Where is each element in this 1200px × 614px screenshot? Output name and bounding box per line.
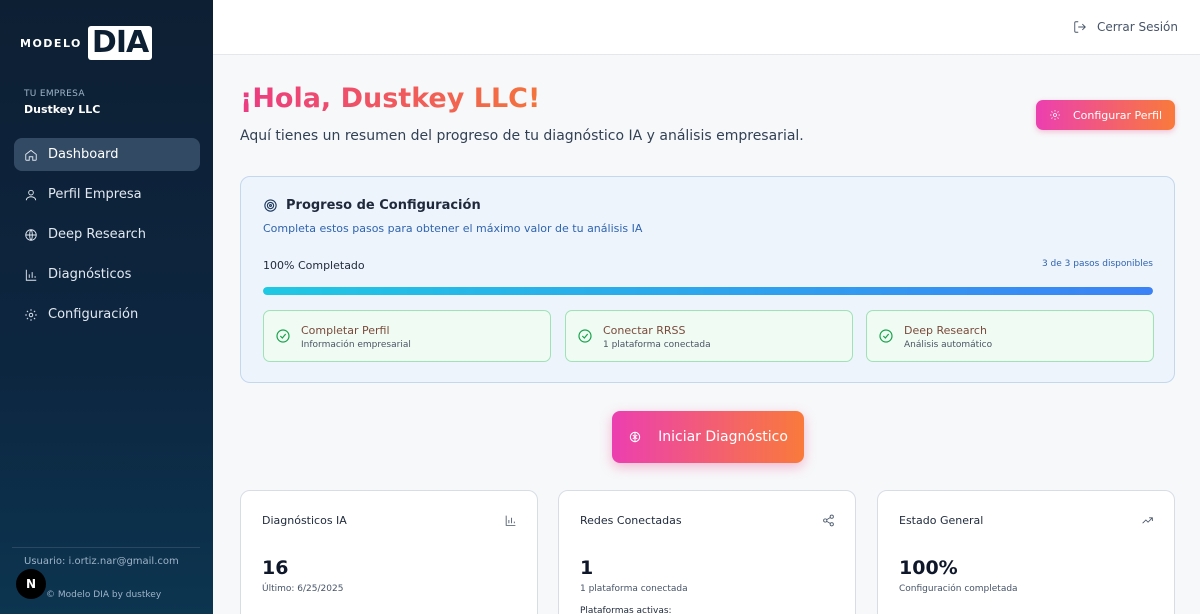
progress-bar-fill xyxy=(263,287,1153,295)
step-completar-perfil[interactable]: Completar Perfil Información empresarial xyxy=(263,310,551,362)
stat-card-diagnosticos[interactable]: Diagnósticos IA 16 Último: 6/25/2025 xyxy=(240,490,538,614)
stat-sub: 1 plataforma conectada xyxy=(580,584,688,594)
trending-up-icon xyxy=(1142,517,1153,524)
bar-chart-icon xyxy=(505,515,516,526)
stat-value: 1 xyxy=(580,557,594,579)
sidebar-item-diagnosticos[interactable]: Diagnósticos xyxy=(14,258,200,291)
target-icon xyxy=(264,199,277,212)
sidebar-item-configuracion[interactable]: Configuración xyxy=(14,298,200,331)
share-icon xyxy=(823,514,834,527)
step-desc: Información empresarial xyxy=(301,340,411,350)
configure-profile-label: Configurar Perfil xyxy=(1072,108,1163,122)
check-circle-icon xyxy=(879,329,893,343)
stat-title: Diagnósticos IA xyxy=(262,514,347,527)
sidebar-item-label: Perfil Empresa xyxy=(48,187,142,202)
progress-title: Progreso de Configuración xyxy=(263,198,481,213)
stat-value: 100% xyxy=(899,557,958,579)
step-title: Conectar RRSS xyxy=(603,324,686,337)
progress-percent: 100% Completado xyxy=(263,259,365,272)
step-conectar-rrss[interactable]: Conectar RRSS 1 plataforma conectada xyxy=(565,310,853,362)
start-diagnosis-label: Iniciar Diagnóstico xyxy=(658,429,788,445)
user-email: Usuario: i.ortiz.nar@gmail.com xyxy=(24,556,179,567)
page-subtitle: Aquí tienes un resumen del progreso de t… xyxy=(240,128,804,144)
sidebar-item-dashboard[interactable]: Dashboard xyxy=(14,138,200,171)
check-circle-icon xyxy=(276,329,290,343)
sidebar-item-label: Deep Research xyxy=(48,227,147,242)
bar-chart-icon xyxy=(25,269,37,281)
progress-subtitle: Completa estos pasos para obtener el máx… xyxy=(263,222,643,235)
sidebar-divider xyxy=(12,547,200,548)
stat-card-redes[interactable]: Redes Conectadas 1 1 plataforma conectad… xyxy=(558,490,856,614)
step-desc: 1 plataforma conectada xyxy=(603,340,711,350)
start-diagnosis-button[interactable]: Iniciar Diagnóstico xyxy=(612,411,804,463)
logout-icon xyxy=(1074,21,1086,33)
company-label: TU EMPRESA xyxy=(24,89,85,99)
step-title: Deep Research xyxy=(904,324,987,337)
progress-title-text: Progreso de Configuración xyxy=(286,198,481,213)
progress-steps-count: 3 de 3 pasos disponibles xyxy=(1041,259,1153,269)
page-title: ¡Hola, Dustkey LLC! xyxy=(240,83,541,114)
sidebar-item-deep-research[interactable]: Deep Research xyxy=(14,218,200,251)
logo[interactable]: MODELO DIA xyxy=(20,26,153,60)
topbar: Cerrar Sesión xyxy=(213,0,1200,55)
sidebar-item-label: Diagnósticos xyxy=(48,267,132,282)
stat-sub: Configuración completada xyxy=(899,584,1018,594)
step-desc: Análisis automático xyxy=(904,340,993,350)
stat-sub: Último: 6/25/2025 xyxy=(262,584,344,594)
stat-title: Estado General xyxy=(899,514,984,527)
stat-value: 16 xyxy=(262,557,289,579)
step-title: Completar Perfil xyxy=(301,324,390,337)
logo-mark: DIA xyxy=(87,26,153,60)
globe-icon xyxy=(25,228,37,241)
gear-icon xyxy=(1049,110,1060,120)
next-badge[interactable]: N xyxy=(16,569,46,599)
home-icon xyxy=(25,149,37,161)
sidebar-item-label: Configuración xyxy=(48,307,139,322)
gear-icon xyxy=(25,308,37,321)
sidebar-item-perfil-empresa[interactable]: Perfil Empresa xyxy=(14,178,200,211)
sidebar-item-label: Dashboard xyxy=(48,147,119,162)
configure-profile-button[interactable]: Configurar Perfil xyxy=(1036,100,1175,130)
stat-extra: Plataformas activas: xyxy=(580,606,672,614)
company-name: Dustkey LLC xyxy=(24,103,101,116)
stat-title: Redes Conectadas xyxy=(580,514,682,527)
brain-icon xyxy=(629,431,641,443)
step-deep-research[interactable]: Deep Research Análisis automático xyxy=(866,310,1154,362)
logout-label: Cerrar Sesión xyxy=(1096,20,1178,34)
footer-credit: © Modelo DIA by dustkey xyxy=(46,590,162,600)
progress-card: Progreso de Configuración Completa estos… xyxy=(240,176,1175,383)
user-icon xyxy=(25,189,37,200)
sidebar: MODELO DIA TU EMPRESA Dustkey LLC Dashbo… xyxy=(0,0,213,614)
progress-bar xyxy=(263,287,1153,295)
logo-text: MODELO xyxy=(20,36,82,50)
stat-card-estado[interactable]: Estado General 100% Configuración comple… xyxy=(877,490,1175,614)
check-circle-icon xyxy=(578,329,592,343)
logout-button[interactable]: Cerrar Sesión xyxy=(1073,20,1178,34)
sidebar-nav: Dashboard Perfil Empresa Deep Research D… xyxy=(14,138,200,338)
